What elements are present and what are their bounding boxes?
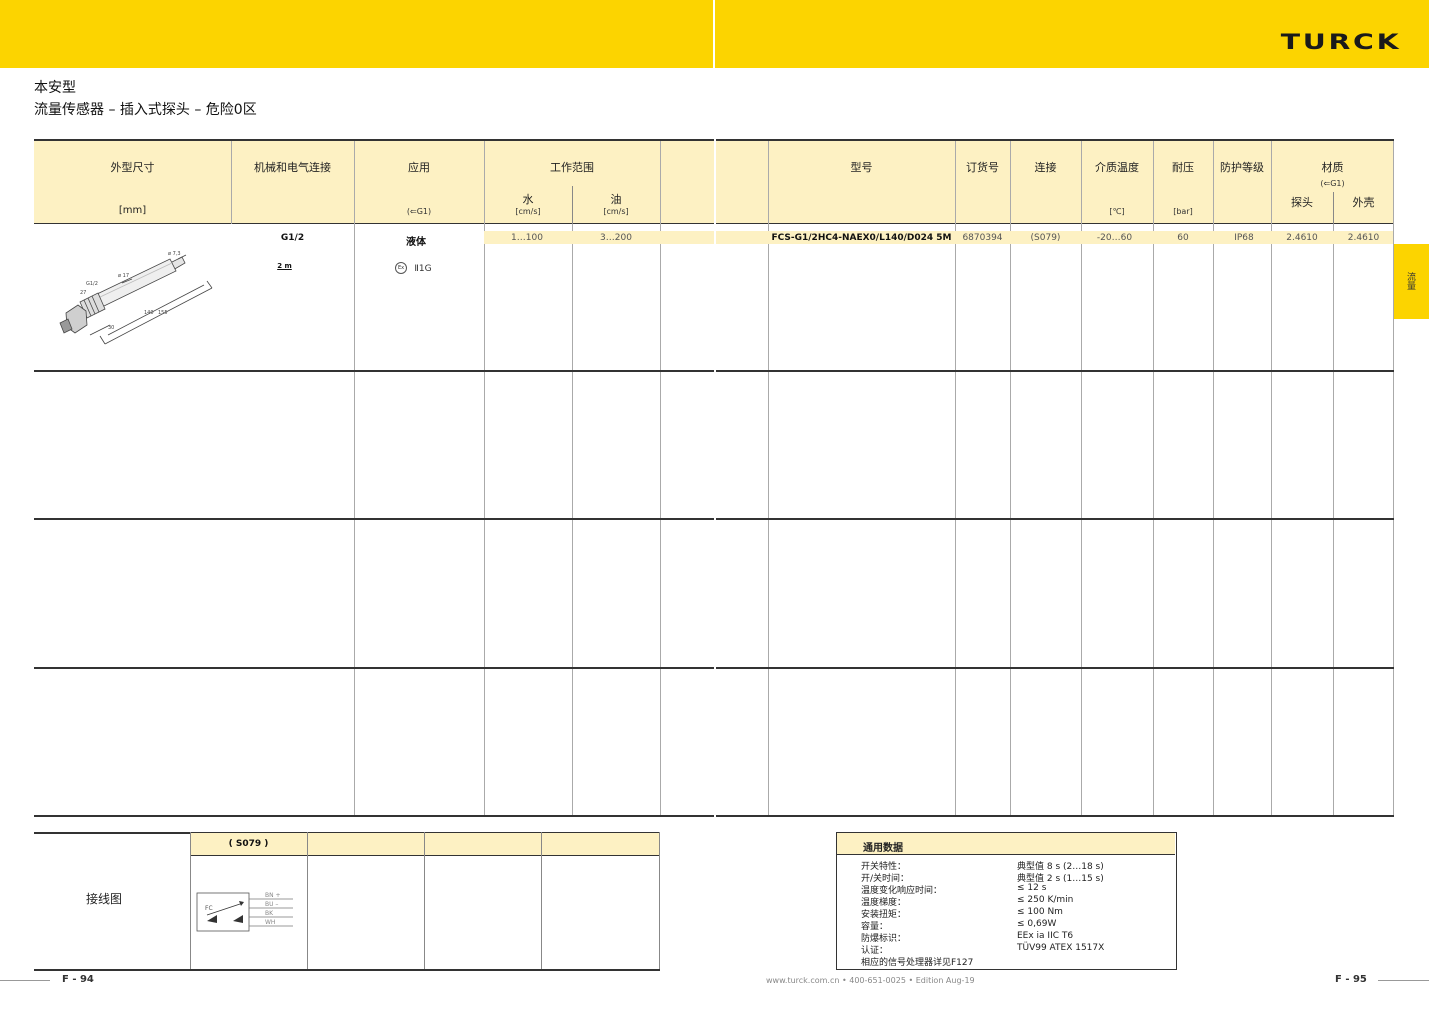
- hdr-oil: 油: [610, 193, 622, 206]
- hdr-order-no: 订货号: [966, 161, 999, 174]
- general-data-box: 通用数据 开关特性： 典型值 8 s (2…18 s) 开/关时间： 典型值 2…: [836, 832, 1177, 970]
- page-title-line1: 本安型: [34, 80, 76, 96]
- hdr-material-note: (⇐G1): [1320, 179, 1345, 188]
- side-tab-flow[interactable]: 流量: [1394, 244, 1429, 319]
- cell-pressure: 60: [1177, 233, 1189, 243]
- col-line: [572, 224, 573, 816]
- footer-rule-right: [1378, 980, 1429, 981]
- cell-connection: (S079): [1030, 233, 1061, 243]
- cell-type: FCS-G1/2HC4-NAEX0/L140/D024 5M: [771, 233, 952, 243]
- col-line: [231, 141, 232, 224]
- ex-symbol-icon: Ex: [395, 262, 407, 274]
- hdr-dimension: 外型尺寸: [110, 161, 155, 174]
- turck-logo: TURCK: [1280, 30, 1401, 54]
- dim-d2: ø 17: [118, 273, 129, 279]
- row-line: [716, 518, 1394, 520]
- cell-protection: IP68: [1234, 233, 1254, 243]
- wiring-code: ( S079 ): [228, 839, 269, 849]
- gen-key-8: 相应的信号处理器详见F127: [861, 958, 974, 968]
- cell-thread: G1/2: [280, 233, 305, 243]
- row-line: [34, 667, 714, 669]
- gen-val-3: ≤ 250 K/min: [1017, 895, 1074, 905]
- gen-val-4: ≤ 100 Nm: [1017, 907, 1063, 917]
- divider: [1333, 192, 1334, 224]
- col-line: [1333, 224, 1334, 816]
- page-gutter: [713, 0, 715, 68]
- hdr-pressure: 耐压: [1172, 161, 1194, 174]
- side-tab-label: 流量: [1405, 272, 1415, 290]
- hdr-water: 水: [522, 193, 534, 206]
- wire-wh: WH: [265, 919, 275, 926]
- col-line: [307, 832, 308, 970]
- cell-temp: -20…60: [1096, 233, 1133, 243]
- row-line: [716, 667, 1394, 669]
- general-data-title: 通用数据: [863, 843, 903, 854]
- row-line: [716, 370, 1394, 372]
- hdr-connection-right: 连接: [1034, 161, 1057, 174]
- row-line: [34, 832, 190, 834]
- cell-medium: 液体: [406, 237, 426, 248]
- cell-oil-range: 3…200: [600, 233, 632, 243]
- footer-center-info: www.turck.com.cn • 400-651-0025 • Editio…: [766, 976, 975, 985]
- dim-l3: 30: [108, 325, 114, 331]
- row-line: [34, 815, 714, 817]
- hdr-connection: 机械和电气连接: [254, 161, 331, 174]
- gen-val-5: ≤ 0,69W: [1017, 919, 1057, 929]
- col-line: [659, 832, 660, 970]
- dim-l1: 140: [144, 310, 154, 316]
- hdr-application-note: (⇐G1): [406, 207, 432, 216]
- hdr-dimension-unit: [mm]: [118, 205, 147, 216]
- col-line: [190, 832, 191, 970]
- footer-rule-left: [0, 980, 50, 981]
- row-line: [34, 370, 714, 372]
- cell-water-range: 1…100: [511, 233, 543, 243]
- row-line: [34, 518, 714, 520]
- cell-housing-material: 2.4610: [1347, 233, 1380, 243]
- wiring-device: FC: [205, 905, 213, 912]
- row-line: [34, 969, 660, 971]
- hdr-temp-unit: [℃]: [1109, 207, 1125, 216]
- cell-atex: Ⅱ1G: [414, 264, 432, 274]
- hdr-pressure-unit: [bar]: [1173, 207, 1193, 216]
- dim-l2: 155: [158, 310, 168, 316]
- hdr-probe: 探头: [1291, 196, 1313, 209]
- hdr-application: 应用: [408, 161, 430, 174]
- hdr-water-unit: [cm/s]: [515, 207, 541, 216]
- hdr-operating-range: 工作范围: [550, 161, 594, 174]
- wire-bu: BU –: [265, 901, 278, 908]
- hdr-housing: 外壳: [1352, 196, 1375, 209]
- cell-probe-material: 2.4610: [1286, 233, 1318, 243]
- wire-bk: BK: [265, 910, 274, 917]
- dim-sw: 27: [80, 290, 86, 296]
- page-title-line2: 流量传感器 – 插入式探头 – 危险0区: [34, 102, 257, 118]
- hdr-protection: 防护等级: [1220, 161, 1264, 174]
- hdr-type: 型号: [850, 161, 873, 174]
- dim-thread: G1/2: [86, 281, 98, 287]
- wiring-diagram: FC BN + BU – BK WH: [196, 892, 293, 932]
- gen-val-2: ≤ 12 s: [1017, 883, 1047, 893]
- gen-val-6: EEx ia IIC T6: [1017, 931, 1074, 941]
- cell-order-no: 6870394: [962, 233, 1003, 243]
- dim-d1: ø 7,3: [168, 251, 181, 257]
- gen-val-7: TÜV99 ATEX 1517X: [1017, 943, 1105, 953]
- hdr-medium-temp: 介质温度: [1095, 161, 1139, 174]
- footer-left-page: F - 94: [62, 974, 94, 985]
- cell-cable: 2 m: [277, 262, 292, 270]
- col-line: [424, 832, 425, 970]
- wire-bn: BN +: [265, 892, 281, 899]
- sensor-dimension-drawing: ø 7,3 ø 17 G1/2 27 140 155 30: [59, 251, 213, 345]
- row-line: [716, 815, 1394, 817]
- hdr-material: 材质: [1321, 161, 1344, 174]
- wiring-label: 接线图: [85, 892, 122, 906]
- divider: [572, 186, 573, 224]
- hdr-oil-unit: [cm/s]: [603, 207, 629, 216]
- col-line: [541, 832, 542, 970]
- footer-right-page: F - 95: [1335, 974, 1367, 985]
